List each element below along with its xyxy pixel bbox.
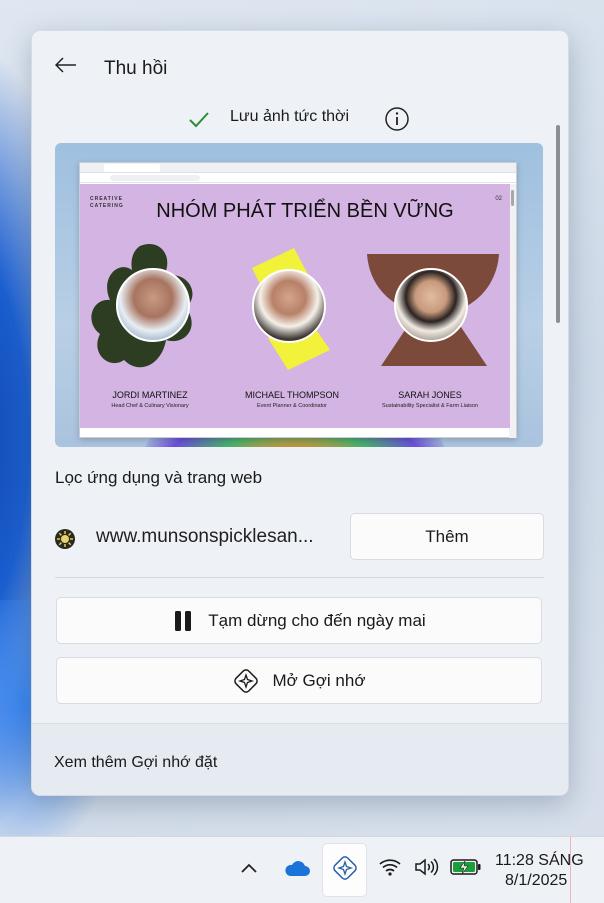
more-recall-settings-link[interactable]: Xem thêm Gợi nhớ đặt — [54, 754, 217, 772]
pause-until-tomorrow-button[interactable]: Tạm dừng cho đến ngày mai — [56, 597, 542, 644]
back-button[interactable] — [48, 51, 84, 83]
member-photo — [252, 269, 326, 343]
divider — [55, 577, 544, 578]
add-filter-button[interactable]: Thêm — [350, 513, 544, 560]
snapshot-status: Lưu ảnh tức thời — [32, 105, 568, 135]
check-icon — [188, 111, 210, 134]
member-photo — [394, 268, 468, 342]
wifi-icon — [378, 857, 402, 882]
flyout-scrollbar[interactable] — [556, 125, 560, 323]
volume-icon — [413, 856, 439, 883]
network-button[interactable] — [376, 855, 404, 883]
member-photo — [116, 268, 190, 342]
filter-section-label: Lọc ứng dụng và trang web — [55, 468, 263, 487]
info-icon[interactable] — [384, 106, 410, 137]
onedrive-cloud-icon — [283, 859, 311, 882]
battery-charging-icon — [450, 857, 482, 882]
volume-button[interactable] — [412, 855, 440, 883]
chevron-up-icon — [240, 861, 258, 879]
pause-icon — [172, 610, 194, 632]
open-recall-button[interactable]: Mở Gợi nhớ — [56, 657, 542, 704]
recall-icon — [233, 668, 259, 694]
slide-heading: NHÓM PHÁT TRIỂN BỀN VỮNG — [156, 200, 454, 222]
battery-button[interactable] — [448, 855, 484, 883]
show-desktop-edge[interactable] — [570, 837, 571, 903]
team-member: MICHAEL THOMPSON Event Planner & Coordin… — [232, 242, 352, 409]
onedrive-button[interactable] — [282, 857, 312, 883]
clock-date: 8/1/2025 — [505, 872, 568, 889]
taskbar: 11:28 SÁNG 8/1/2025 — [0, 836, 604, 903]
flyout-title: Thu hồi — [104, 58, 168, 79]
recall-taskbar-button[interactable] — [322, 843, 367, 897]
recall-flyout: Thu hồi Lưu ảnh tức thời CREATIVE CATERI… — [31, 30, 569, 796]
team-member: SARAH JONES Sustainability Specialist & … — [367, 242, 499, 409]
team-member: JORDI MARTINEZ Head Chef & Culinary Visi… — [90, 242, 210, 409]
snapshot-preview[interactable]: CREATIVE CATERING 02 NHÓM PHÁT TRIỂN BỀN… — [55, 143, 543, 447]
recall-icon — [332, 855, 358, 886]
presentation-slide: CREATIVE CATERING 02 NHÓM PHÁT TRIỂN BỀN… — [80, 184, 510, 428]
show-hidden-icons-button[interactable] — [236, 857, 262, 883]
browser-window-thumbnail: CREATIVE CATERING 02 NHÓM PHÁT TRIỂN BỀN… — [79, 162, 517, 438]
taskbar-clock[interactable]: 11:28 SÁNG 8/1/2025 — [495, 851, 600, 891]
back-arrow-icon — [54, 56, 77, 78]
site-favicon-icon — [54, 528, 76, 555]
status-text: Lưu ảnh tức thời — [230, 108, 350, 125]
filtered-site-url: www.munsonspicklesan... — [96, 526, 314, 547]
